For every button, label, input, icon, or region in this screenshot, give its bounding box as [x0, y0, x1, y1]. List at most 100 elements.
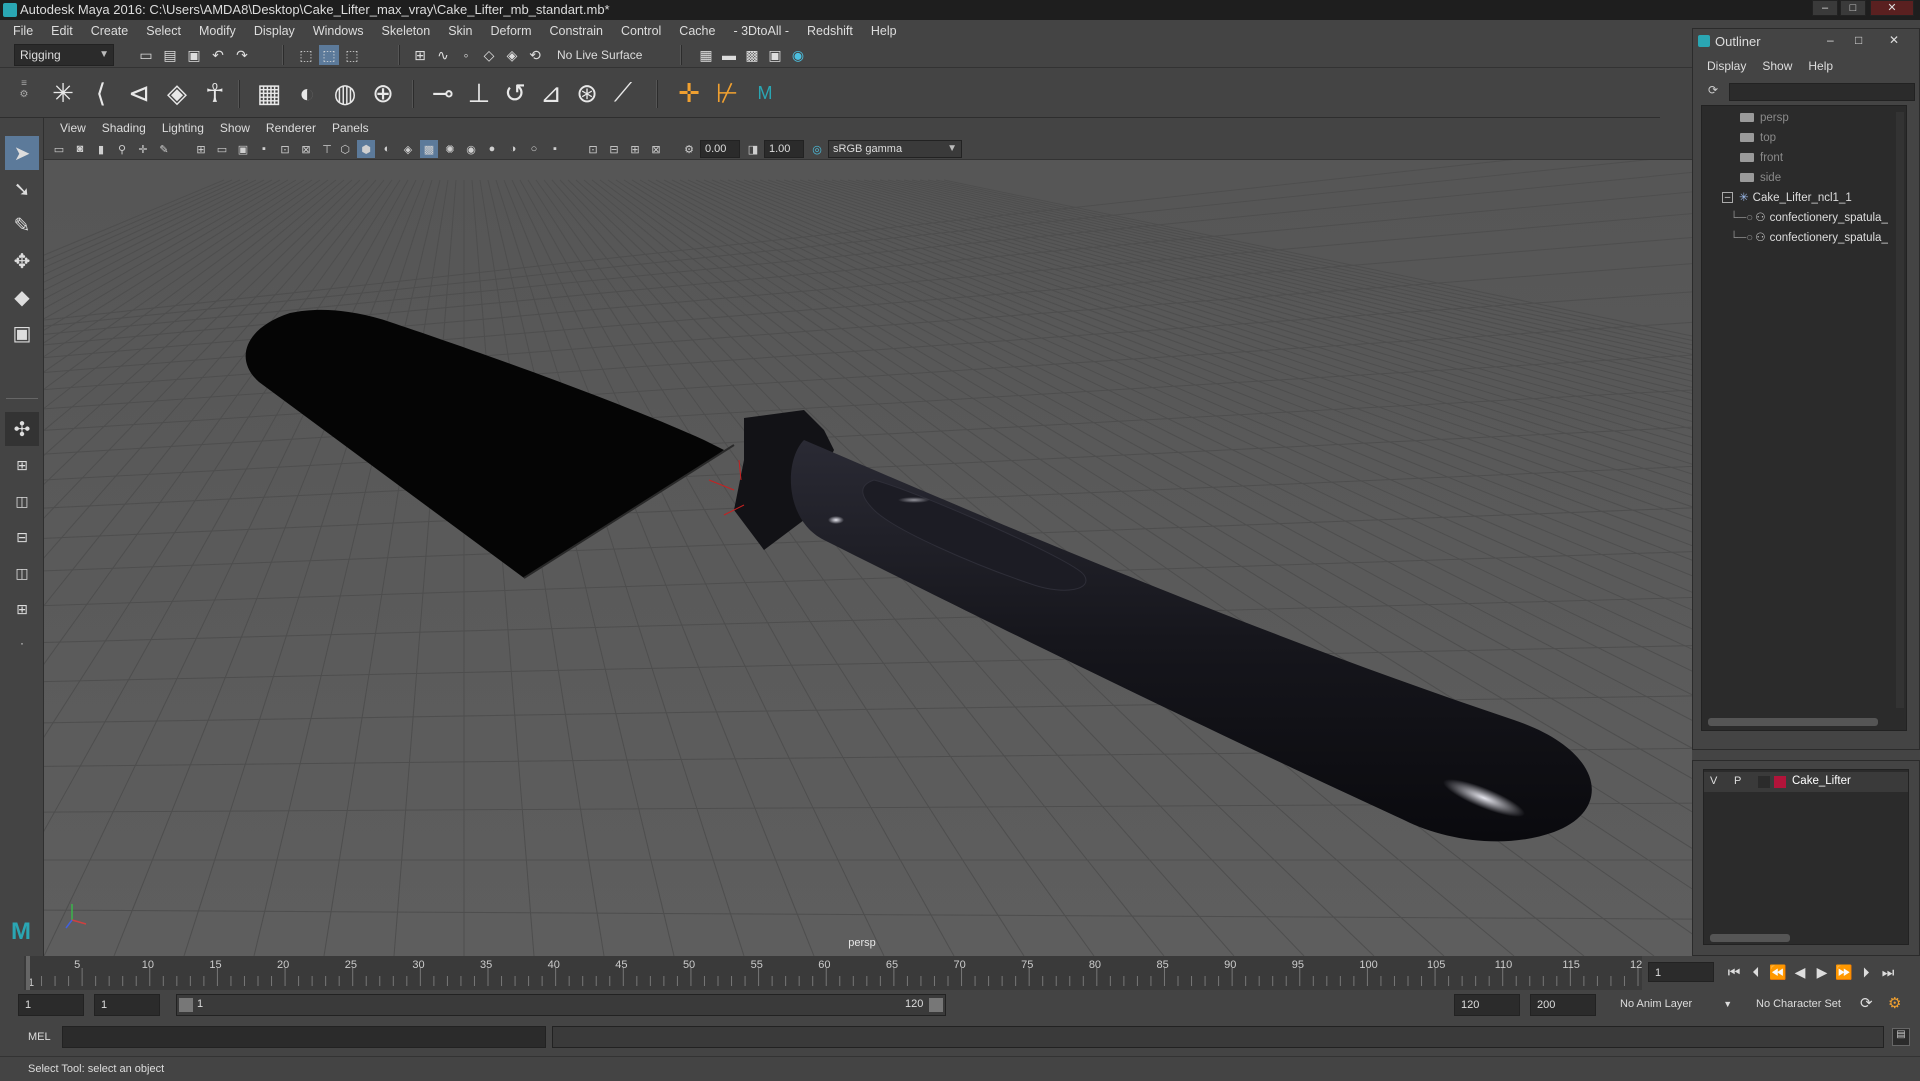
play-backwards-icon[interactable]: ◀ — [1790, 962, 1810, 982]
gamma-field[interactable]: 1.00 — [764, 140, 804, 158]
select-component-icon[interactable]: ⬚ — [342, 45, 362, 65]
wrap-icon[interactable]: ◐ — [290, 76, 324, 110]
menu-deform[interactable]: Deform — [482, 20, 541, 42]
menu-set-dropdown[interactable]: Rigging ▼ — [14, 44, 114, 66]
menu-control[interactable]: Control — [612, 20, 670, 42]
grid-icon[interactable]: ⊞ — [192, 140, 210, 158]
current-frame-field[interactable]: 1 — [1648, 962, 1714, 982]
go-to-end-icon[interactable]: ⏭ — [1878, 962, 1898, 982]
play-forwards-icon[interactable]: ▶ — [1812, 962, 1832, 982]
step-forward-frame-icon[interactable]: ⏵ — [1856, 962, 1876, 982]
hypershade-icon[interactable]: ◉ — [788, 45, 808, 65]
menu-file[interactable]: File — [4, 20, 42, 42]
use-lights-icon[interactable]: ✺ — [441, 140, 459, 158]
mirror-joint-icon[interactable]: ◈ — [160, 76, 194, 110]
panel-menu-shading[interactable]: Shading — [94, 121, 154, 135]
isolate-select-icon[interactable]: ⊡ — [584, 140, 602, 158]
command-input[interactable] — [62, 1026, 546, 1048]
cluster-icon[interactable]: ◍ — [328, 76, 362, 110]
step-back-key-icon[interactable]: ⏪ — [1768, 962, 1788, 982]
rotate-tool-icon[interactable]: ◆ — [5, 280, 39, 314]
smooth-shade-icon[interactable]: ⬢ — [357, 140, 375, 158]
layer-type-toggle[interactable] — [1758, 776, 1770, 788]
step-back-frame-icon[interactable]: ⏴ — [1746, 962, 1766, 982]
perspective-viewport[interactable]: View Shading Lighting Show Renderer Pane… — [44, 118, 1692, 956]
grease-pencil-icon[interactable]: ✎ — [155, 140, 173, 158]
layer-row[interactable]: V P Cake_Lifter — [1704, 772, 1908, 792]
color-management-icon[interactable]: ◎ — [808, 140, 826, 158]
collapse-toggle-icon[interactable]: – — [1722, 192, 1733, 204]
time-slider[interactable]: 1 5 10 15 20 25 30 35 40 45 50 55 60 65 70 75 80 85 90 95 10… — [0, 956, 1920, 990]
lattice-icon[interactable]: ▦ — [252, 76, 286, 110]
outliner-search-input[interactable] — [1729, 83, 1915, 101]
open-scene-icon[interactable]: ▤ — [160, 45, 180, 65]
outliner-horizontal-scrollbar[interactable] — [1708, 718, 1878, 726]
textured-icon[interactable]: ▩ — [420, 140, 438, 158]
outliner-item-mesh[interactable]: └─○ ⚇ confectionery_spatula_ — [1730, 228, 1888, 248]
orient-constraint-icon[interactable]: ⊛ — [570, 76, 604, 110]
pole-vector-icon[interactable]: ⊬ — [710, 76, 744, 110]
panel-menu-lighting[interactable]: Lighting — [154, 121, 212, 135]
aim-constraint-icon[interactable]: ⟋ — [606, 76, 640, 110]
ik-handle-icon[interactable]: ⟨ — [84, 76, 118, 110]
lasso-tool-icon[interactable]: ➘ — [5, 172, 39, 206]
anti-aliasing-icon[interactable]: ○ — [525, 140, 543, 158]
save-scene-icon[interactable]: ▣ — [184, 45, 204, 65]
wireframe-icon[interactable]: ⬡ — [336, 140, 354, 158]
menu-modify[interactable]: Modify — [190, 20, 245, 42]
close-button[interactable]: ✕ — [1870, 0, 1914, 16]
outliner-menu-display[interactable]: Display — [1699, 59, 1754, 73]
script-editor-icon[interactable]: ▤ — [1892, 1028, 1910, 1046]
menu-skin[interactable]: Skin — [439, 20, 481, 42]
color-space-dropdown[interactable]: sRGB gamma ▼ — [828, 140, 962, 158]
range-end-handle[interactable] — [929, 998, 943, 1012]
outliner-menu-help[interactable]: Help — [1800, 59, 1841, 73]
outliner-item-front[interactable]: front — [1740, 148, 1783, 168]
outliner-item-top[interactable]: top — [1740, 128, 1776, 148]
image-plane-icon[interactable]: ⚲ — [113, 140, 131, 158]
camera-attributes-icon[interactable]: ◙ — [71, 140, 89, 158]
outliner-maximize-button[interactable]: □ — [1855, 33, 1862, 47]
point-constraint-icon[interactable]: ⊿ — [534, 76, 568, 110]
render-frame-icon[interactable]: ▣ — [765, 45, 785, 65]
gate-mask-icon[interactable]: ▪ — [255, 140, 273, 158]
menu-create[interactable]: Create — [82, 20, 138, 42]
field-chart-icon[interactable]: ⊡ — [276, 140, 294, 158]
paint-weights-icon[interactable]: ⊥ — [462, 76, 496, 110]
wireframe-on-shaded-icon[interactable]: ◈ — [399, 140, 417, 158]
range-start-handle[interactable] — [179, 998, 193, 1012]
exposure-icon[interactable]: ⚙ — [680, 140, 698, 158]
safe-action-icon[interactable]: ⊠ — [297, 140, 315, 158]
safe-title-icon[interactable]: ⊤ — [318, 140, 336, 158]
layer-name[interactable]: Cake_Lifter — [1792, 775, 1851, 787]
maya-logo-icon[interactable]: M — [748, 76, 782, 110]
undo-icon[interactable]: ↶ — [208, 45, 228, 65]
outliner-filter-icon[interactable]: ⟳ — [1703, 83, 1723, 101]
select-hierarchy-icon[interactable]: ⬚ — [296, 45, 316, 65]
quick-rig-icon[interactable]: ☥ — [198, 76, 232, 110]
menu-3dtoall[interactable]: - 3DtoAll - — [724, 20, 798, 42]
menu-redshift[interactable]: Redshift — [798, 20, 862, 42]
hypershade-persp-layout-icon[interactable]: ◫ — [5, 556, 39, 590]
outliner-tree[interactable]: persp top front side – ✳ Cake_Lifter_ncl1_… — [1701, 105, 1907, 731]
layer-horizontal-scrollbar[interactable] — [1710, 934, 1790, 942]
live-surface-field[interactable]: No Live Surface — [552, 45, 656, 65]
gamma-icon[interactable]: ◨ — [744, 140, 762, 158]
single-perspective-layout-icon[interactable]: ✣ — [5, 412, 39, 446]
snap-live-icon[interactable]: ⟲ — [525, 45, 545, 65]
menu-cache[interactable]: Cache — [670, 20, 724, 42]
outliner-persp-layout-icon[interactable]: ◫ — [5, 484, 39, 518]
character-set-dropdown[interactable]: No Character Set — [1756, 998, 1841, 1010]
snap-surface-icon[interactable]: ◈ — [502, 45, 522, 65]
snap-grid-icon[interactable]: ⊞ — [410, 45, 430, 65]
bookmark-icon[interactable]: ▮ — [92, 140, 110, 158]
outliner-item-side[interactable]: side — [1740, 168, 1781, 188]
render-persp-layout-icon[interactable]: ⊞ — [5, 592, 39, 626]
new-scene-icon[interactable]: ▭ — [136, 45, 156, 65]
menu-display[interactable]: Display — [245, 20, 304, 42]
outliner-menu-show[interactable]: Show — [1754, 59, 1800, 73]
xray-joints-icon[interactable]: ⊞ — [626, 140, 644, 158]
menu-constrain[interactable]: Constrain — [541, 20, 613, 42]
playback-end-field[interactable]: 120 — [1454, 994, 1520, 1016]
two-d-pan-icon[interactable]: ✛ — [134, 140, 152, 158]
